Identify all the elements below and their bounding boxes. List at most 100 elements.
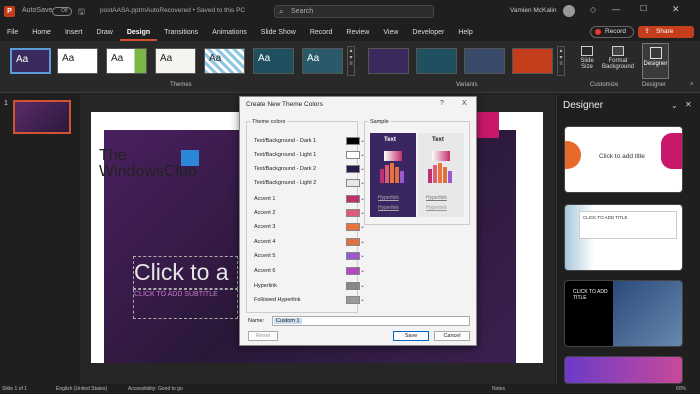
- menu-view[interactable]: View: [376, 24, 405, 41]
- sample-label: Sample: [368, 119, 391, 125]
- variant-thumb-3[interactable]: [464, 48, 505, 74]
- record-dot-icon: [595, 29, 601, 35]
- theme-thumb-7[interactable]: Aa: [302, 48, 343, 74]
- color-row: Accent 4 ⌄: [254, 236, 365, 248]
- theme-thumb-1[interactable]: Aa: [10, 48, 51, 74]
- color-swatch[interactable]: [346, 195, 360, 203]
- design-idea-1[interactable]: Click to add title: [564, 126, 683, 193]
- share-icon: ⇪: [644, 28, 650, 35]
- variant-thumb-1[interactable]: [368, 48, 409, 74]
- format-background-button[interactable]: Format Background: [600, 44, 636, 78]
- designer-title: Designer: [563, 100, 604, 111]
- color-row: Accent 2 ⌄: [254, 207, 365, 219]
- slide-thumbnail-pane: 1: [0, 94, 80, 384]
- slide-thumbnail-1[interactable]: [13, 100, 71, 134]
- color-swatch[interactable]: [346, 165, 360, 173]
- minimize-icon[interactable]: —: [612, 5, 620, 14]
- menu-home[interactable]: Home: [25, 24, 58, 41]
- variants-group-label: Variants: [456, 82, 478, 88]
- name-input-value: Custom 1: [274, 318, 302, 324]
- zoom-level[interactable]: 60%: [676, 386, 686, 392]
- title-bar: P AutoSave Off 🖫 postAASA.pptm AutoRecov…: [0, 0, 700, 24]
- theme-thumb-4[interactable]: Aa: [155, 48, 196, 74]
- color-swatch[interactable]: [346, 282, 360, 290]
- pane-close-icon[interactable]: ✕: [685, 100, 692, 109]
- save-status: AutoRecovered • Saved to this PC: [146, 7, 246, 14]
- color-swatch[interactable]: [346, 252, 360, 260]
- color-swatch[interactable]: [346, 296, 360, 304]
- close-icon[interactable]: ✕: [672, 4, 680, 15]
- card-title-text: CLICK TO ADD TITLE: [583, 215, 628, 220]
- menu-review[interactable]: Review: [339, 24, 376, 41]
- themes-scroll[interactable]: ▴ ▾ ≡: [347, 46, 355, 76]
- menu-transitions[interactable]: Transitions: [157, 24, 205, 41]
- themes-group-label: Themes: [170, 82, 192, 88]
- design-idea-2[interactable]: CLICK TO ADD TITLE: [564, 204, 683, 271]
- variant-thumb-4[interactable]: [512, 48, 553, 74]
- help-icon[interactable]: ?: [440, 100, 444, 107]
- color-swatch[interactable]: [346, 151, 360, 159]
- color-swatch[interactable]: [346, 179, 360, 187]
- search-box[interactable]: ⌕ Search: [274, 5, 434, 18]
- color-row: Accent 5 ⌄: [254, 250, 365, 262]
- menu-record[interactable]: Record: [303, 24, 340, 41]
- cancel-button[interactable]: Cancel: [434, 331, 470, 341]
- chevron-down-icon[interactable]: ⌄: [360, 294, 365, 306]
- designer-button[interactable]: Designer: [642, 43, 669, 79]
- design-idea-4[interactable]: [564, 356, 683, 384]
- language[interactable]: English (United States): [56, 386, 107, 392]
- menu-file[interactable]: File: [0, 24, 25, 41]
- menu-developer[interactable]: Developer: [405, 24, 451, 41]
- color-swatch[interactable]: [346, 223, 360, 231]
- theme-colors-label: Theme colors: [250, 119, 288, 125]
- card-shape: [613, 281, 682, 346]
- theme-thumb-3[interactable]: Aa: [106, 48, 147, 74]
- accent-shape: [476, 112, 499, 138]
- notes-button[interactable]: Notes: [492, 386, 505, 392]
- color-swatch[interactable]: [346, 137, 360, 145]
- color-swatch[interactable]: [346, 209, 360, 217]
- sample-dark: Text Hyperlink Hyperlink: [370, 133, 416, 217]
- variants-scroll[interactable]: ▴ ▾ ≡: [557, 46, 565, 76]
- color-row: Text/Background - Light 2 ⌄: [254, 177, 365, 189]
- menu-design[interactable]: Design: [119, 24, 158, 41]
- menu-help[interactable]: Help: [451, 24, 479, 41]
- theme-thumb-6[interactable]: Aa: [253, 48, 294, 74]
- menu-insert[interactable]: Insert: [58, 24, 90, 41]
- slide-number: 1: [4, 100, 8, 107]
- subtitle-placeholder[interactable]: CLICK TO ADD SUBTITLE: [133, 289, 238, 319]
- reset-button[interactable]: Reset: [248, 331, 278, 341]
- record-button[interactable]: Record: [590, 26, 634, 38]
- avatar[interactable]: [563, 5, 575, 17]
- theme-thumb-2[interactable]: Aa: [57, 48, 98, 74]
- chevron-down-icon[interactable]: ⌄: [360, 236, 365, 248]
- slide-size-button[interactable]: Slide Size: [576, 44, 598, 78]
- color-swatch[interactable]: [346, 238, 360, 246]
- save-button[interactable]: Save: [393, 331, 429, 341]
- menu-animations[interactable]: Animations: [205, 24, 254, 41]
- maximize-icon[interactable]: ☐: [640, 4, 647, 13]
- chevron-down-icon[interactable]: ⌄: [360, 280, 365, 292]
- design-idea-3[interactable]: CLICK TO ADD TITLE: [564, 280, 683, 347]
- search-input[interactable]: Search: [291, 8, 313, 15]
- accessibility-status[interactable]: Accessibility: Good to go: [128, 386, 183, 392]
- chevron-down-icon[interactable]: ⌄: [360, 250, 365, 262]
- autosave-toggle[interactable]: Off: [52, 7, 72, 16]
- card-title-text: CLICK TO ADD TITLE: [573, 289, 608, 301]
- chevron-down-icon[interactable]: ⌄: [360, 265, 365, 277]
- variant-thumb-2[interactable]: [416, 48, 457, 74]
- format-background-icon: [612, 46, 624, 56]
- color-row: Text/Background - Dark 1 ⌄: [254, 135, 365, 147]
- title-placeholder[interactable]: Click to a: [133, 256, 238, 289]
- watermark-logo-icon: [181, 150, 199, 166]
- theme-thumb-5[interactable]: Aa: [204, 48, 245, 74]
- chevron-down-icon[interactable]: ⌄: [671, 101, 678, 110]
- name-field[interactable]: Custom 1: [272, 316, 470, 326]
- menu-slide-show[interactable]: Slide Show: [254, 24, 303, 41]
- color-swatch[interactable]: [346, 267, 360, 275]
- save-icon[interactable]: 🖫: [78, 6, 85, 20]
- collapse-ribbon-icon[interactable]: ˄: [690, 82, 694, 88]
- menu-draw[interactable]: Draw: [89, 24, 119, 41]
- share-button[interactable]: ⇪ Share: [638, 26, 694, 38]
- dialog-close-icon[interactable]: X: [462, 100, 467, 107]
